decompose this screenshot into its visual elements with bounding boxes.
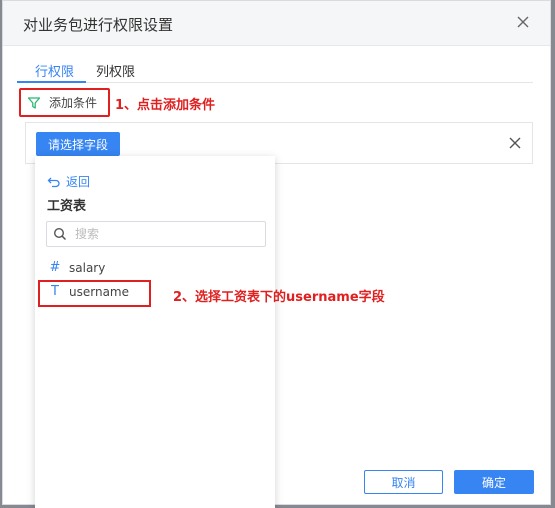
dialog-title: 对业务包进行权限设置	[23, 16, 174, 34]
dialog-header: 对业务包进行权限设置	[3, 1, 550, 46]
add-condition-button[interactable]: 添加条件	[19, 88, 110, 117]
text-type-icon: T	[51, 284, 59, 299]
tab-row-permission[interactable]: 行权限	[35, 61, 74, 80]
add-condition-label: 添加条件	[49, 96, 98, 110]
field-picker-dropdown: 返回 工资表 # salary T username	[35, 156, 275, 508]
field-name: salary	[69, 260, 106, 275]
field-name: username	[69, 284, 129, 299]
confirm-button[interactable]: 确定	[454, 470, 534, 494]
close-icon[interactable]	[514, 13, 532, 31]
permission-dialog: 对业务包进行权限设置 行权限 列权限 添加条件 1、点击添加条件 请选择字段 返…	[2, 0, 551, 508]
back-link[interactable]: 返回	[47, 173, 90, 190]
search-icon	[53, 227, 67, 241]
field-item-username[interactable]: T username	[49, 284, 129, 299]
filter-icon	[27, 96, 41, 109]
back-label: 返回	[66, 175, 91, 189]
annotation-step2: 2、选择工资表下的username字段	[173, 290, 385, 305]
field-item-salary[interactable]: # salary	[49, 260, 106, 275]
search-input[interactable]	[75, 227, 255, 241]
tab-column-permission[interactable]: 列权限	[96, 61, 135, 80]
back-arrow-icon	[47, 177, 60, 187]
cancel-button[interactable]: 取消	[364, 470, 443, 494]
field-search[interactable]	[46, 221, 266, 247]
table-name: 工资表	[47, 199, 87, 214]
select-field-button[interactable]: 请选择字段	[36, 132, 120, 156]
active-tab-underline	[17, 81, 86, 83]
number-type-icon: #	[49, 260, 61, 275]
tab-bar: 行权限 列权限	[17, 59, 533, 83]
annotation-step1: 1、点击添加条件	[115, 98, 216, 113]
remove-condition-icon[interactable]	[508, 136, 522, 150]
